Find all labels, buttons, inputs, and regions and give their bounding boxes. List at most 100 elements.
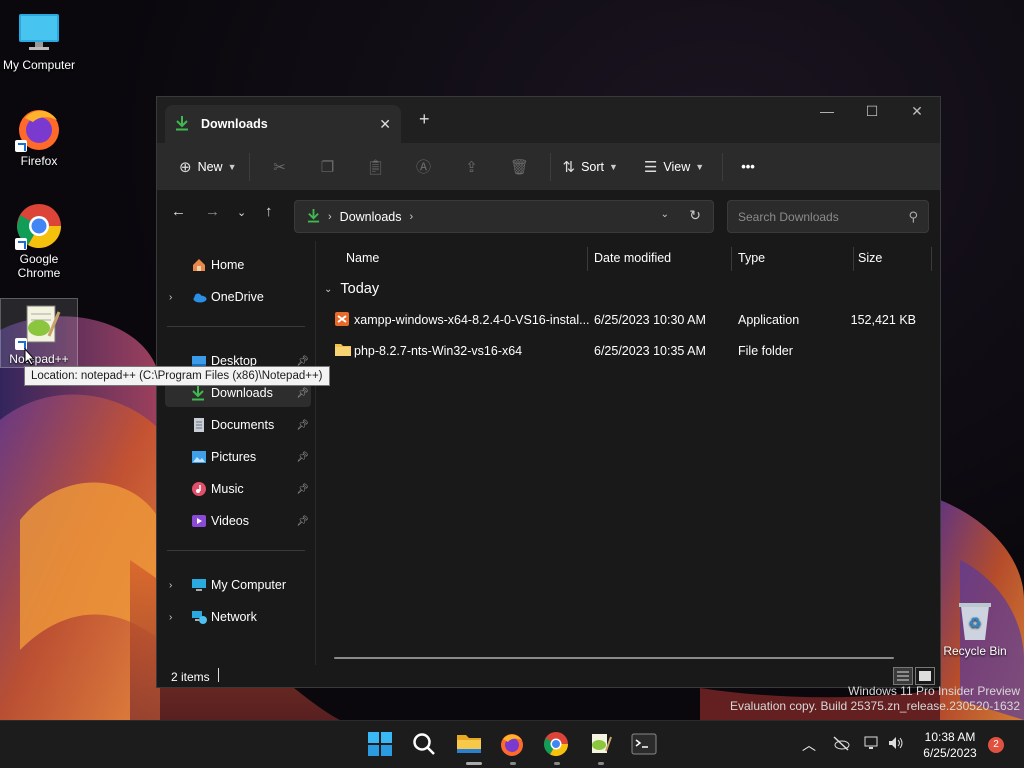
notification-badge[interactable]: 2 [988,737,1004,753]
column-header-date-modified[interactable]: Date modified [594,251,671,277]
close-tab-icon[interactable]: ✕ [379,116,391,133]
desktop-icon-label: Notepad++ [9,352,69,366]
chevron-down-icon: ▼ [695,161,705,172]
cut-icon[interactable]: ✂ [256,158,304,176]
desktop-icon-recycle-bin[interactable]: ♻ Recycle Bin [936,598,1014,658]
nav-item-network[interactable]: › Network [165,603,311,631]
desktop-icon-notepad-plus-plus[interactable]: Notepad++ [0,302,78,366]
desktop-icon-chrome[interactable]: Google Chrome [0,202,78,280]
up-arrow-icon[interactable]: ↑ [265,203,273,220]
pin-icon[interactable]: 📌︎ [296,420,309,431]
nav-item-home[interactable]: Home [165,251,311,279]
file-explorer-taskbar-icon[interactable] [455,731,483,759]
breadcrumb-chevron-icon[interactable]: › [410,211,414,223]
rename-icon[interactable]: Ⓐ [400,156,448,177]
pin-icon[interactable]: 📌︎ [296,516,309,527]
share-icon[interactable]: ⇪ [448,158,496,176]
column-divider[interactable] [731,247,732,271]
notepad-plus-plus-icon[interactable] [587,731,615,759]
nav-item-my-computer[interactable]: › My Computer [165,571,311,599]
nav-item-documents[interactable]: Documents 📌︎ [165,411,311,439]
large-icons-view-icon[interactable] [915,667,935,685]
nav-item-videos[interactable]: Videos 📌︎ [165,507,311,535]
minimize-button[interactable]: — [804,103,850,119]
horizontal-scrollbar[interactable] [334,657,894,659]
terminal-icon[interactable] [631,731,659,759]
column-header-name[interactable]: Name [346,251,379,277]
monitor-icon [191,577,207,593]
recent-locations-chevron-icon[interactable]: ⌄ [237,206,246,219]
nav-label: OneDrive [211,290,264,304]
column-divider[interactable] [931,247,932,271]
view-button[interactable]: ☰ View ▼ [638,151,710,183]
delete-icon[interactable]: 🗑︎ [496,158,544,176]
nav-label: Documents [211,418,275,432]
new-button-label: New [197,159,223,174]
chevron-right-icon[interactable]: › [169,292,172,303]
chevron-down-icon[interactable]: ⌄ [661,209,669,220]
pin-icon[interactable]: 📌︎ [296,388,309,399]
address-bar[interactable]: › Downloads › ⌄ ↻ [294,200,714,233]
network-status-icon[interactable] [864,735,880,754]
file-name: xampp-windows-x64-8.2.4-0-VS16-instal... [354,313,590,327]
nav-item-pictures[interactable]: Pictures 📌︎ [165,443,311,471]
column-header-type[interactable]: Type [738,251,765,277]
forward-arrow-icon[interactable]: → [205,203,220,220]
music-icon [191,481,207,497]
chevron-right-icon[interactable]: › [169,580,172,591]
firefox-icon [15,104,63,152]
chrome-icon[interactable] [543,731,571,759]
file-explorer-window: Downloads ✕ + — ☐ ✕ ⊕ New ▼ ✂ ❐ 📋︎ Ⓐ ⇪ 🗑… [156,96,941,688]
nav-item-music[interactable]: Music 📌︎ [165,475,311,503]
details-view-icon[interactable] [893,667,913,685]
tab-downloads[interactable]: Downloads ✕ [165,105,401,143]
group-header-today[interactable]: ⌄ Today [324,281,379,297]
mouse-cursor-icon [24,347,36,369]
nav-label: My Computer [211,578,287,592]
tab-title: Downloads [201,117,268,131]
breadcrumb-chevron-icon[interactable]: › [328,211,332,223]
documents-icon [191,417,207,433]
close-window-button[interactable]: ✕ [894,103,940,120]
paste-icon[interactable]: 📋︎ [352,158,400,176]
new-button[interactable]: ⊕ New ▼ [173,151,243,183]
nav-item-onedrive[interactable]: › OneDrive [165,283,311,311]
file-row[interactable]: php-8.2.7-nts-Win32-vs16-x64 6/25/2023 1… [324,336,924,366]
clock-time: 10:38 AM [924,730,976,744]
refresh-icon[interactable]: ↻ [689,207,701,224]
search-icon[interactable] [411,731,439,759]
new-tab-button[interactable]: + [419,109,430,130]
firefox-icon[interactable] [499,731,527,759]
sort-button[interactable]: ⇅ Sort ▼ [557,151,624,183]
desktop-icon-label: Google Chrome [17,252,61,280]
toolbar-divider [248,152,250,181]
desktop-icon-my-computer[interactable]: My Computer [0,8,78,72]
search-box[interactable]: ⚲ [727,200,929,233]
start-windows-icon[interactable] [367,731,395,759]
maximize-button[interactable]: ☐ [849,103,895,120]
desktop-icon-firefox[interactable]: Firefox [0,104,78,168]
file-type: File folder [738,344,793,358]
column-header-size[interactable]: Size [858,251,882,277]
column-divider[interactable] [587,247,588,271]
chrome-icon [15,202,63,250]
file-row[interactable]: xampp-windows-x64-8.2.4-0-VS16-instal...… [324,305,924,335]
download-arrow-icon [307,208,320,226]
onedrive-offline-icon[interactable] [832,735,850,754]
column-divider[interactable] [853,247,854,271]
file-name: php-8.2.7-nts-Win32-vs16-x64 [354,344,523,358]
pin-icon[interactable]: 📌︎ [296,452,309,463]
copy-icon[interactable]: ❐ [304,158,352,176]
breadcrumb-downloads[interactable]: Downloads [340,210,402,224]
cloud-icon [191,289,207,305]
more-options-button[interactable]: ••• [735,151,761,183]
volume-icon[interactable] [887,735,905,754]
search-input[interactable] [738,209,909,224]
taskbar-clock[interactable]: 10:38 AM 6/25/2023 [912,729,988,761]
pin-icon[interactable]: 📌︎ [296,356,309,367]
back-arrow-icon[interactable]: ← [171,203,186,220]
chevron-right-icon[interactable]: › [169,612,172,623]
pin-icon[interactable]: 📌︎ [296,484,309,495]
chevron-down-icon: ⌄ [324,283,333,295]
show-hidden-icons-chevron-icon[interactable]: ︿ [802,735,816,755]
